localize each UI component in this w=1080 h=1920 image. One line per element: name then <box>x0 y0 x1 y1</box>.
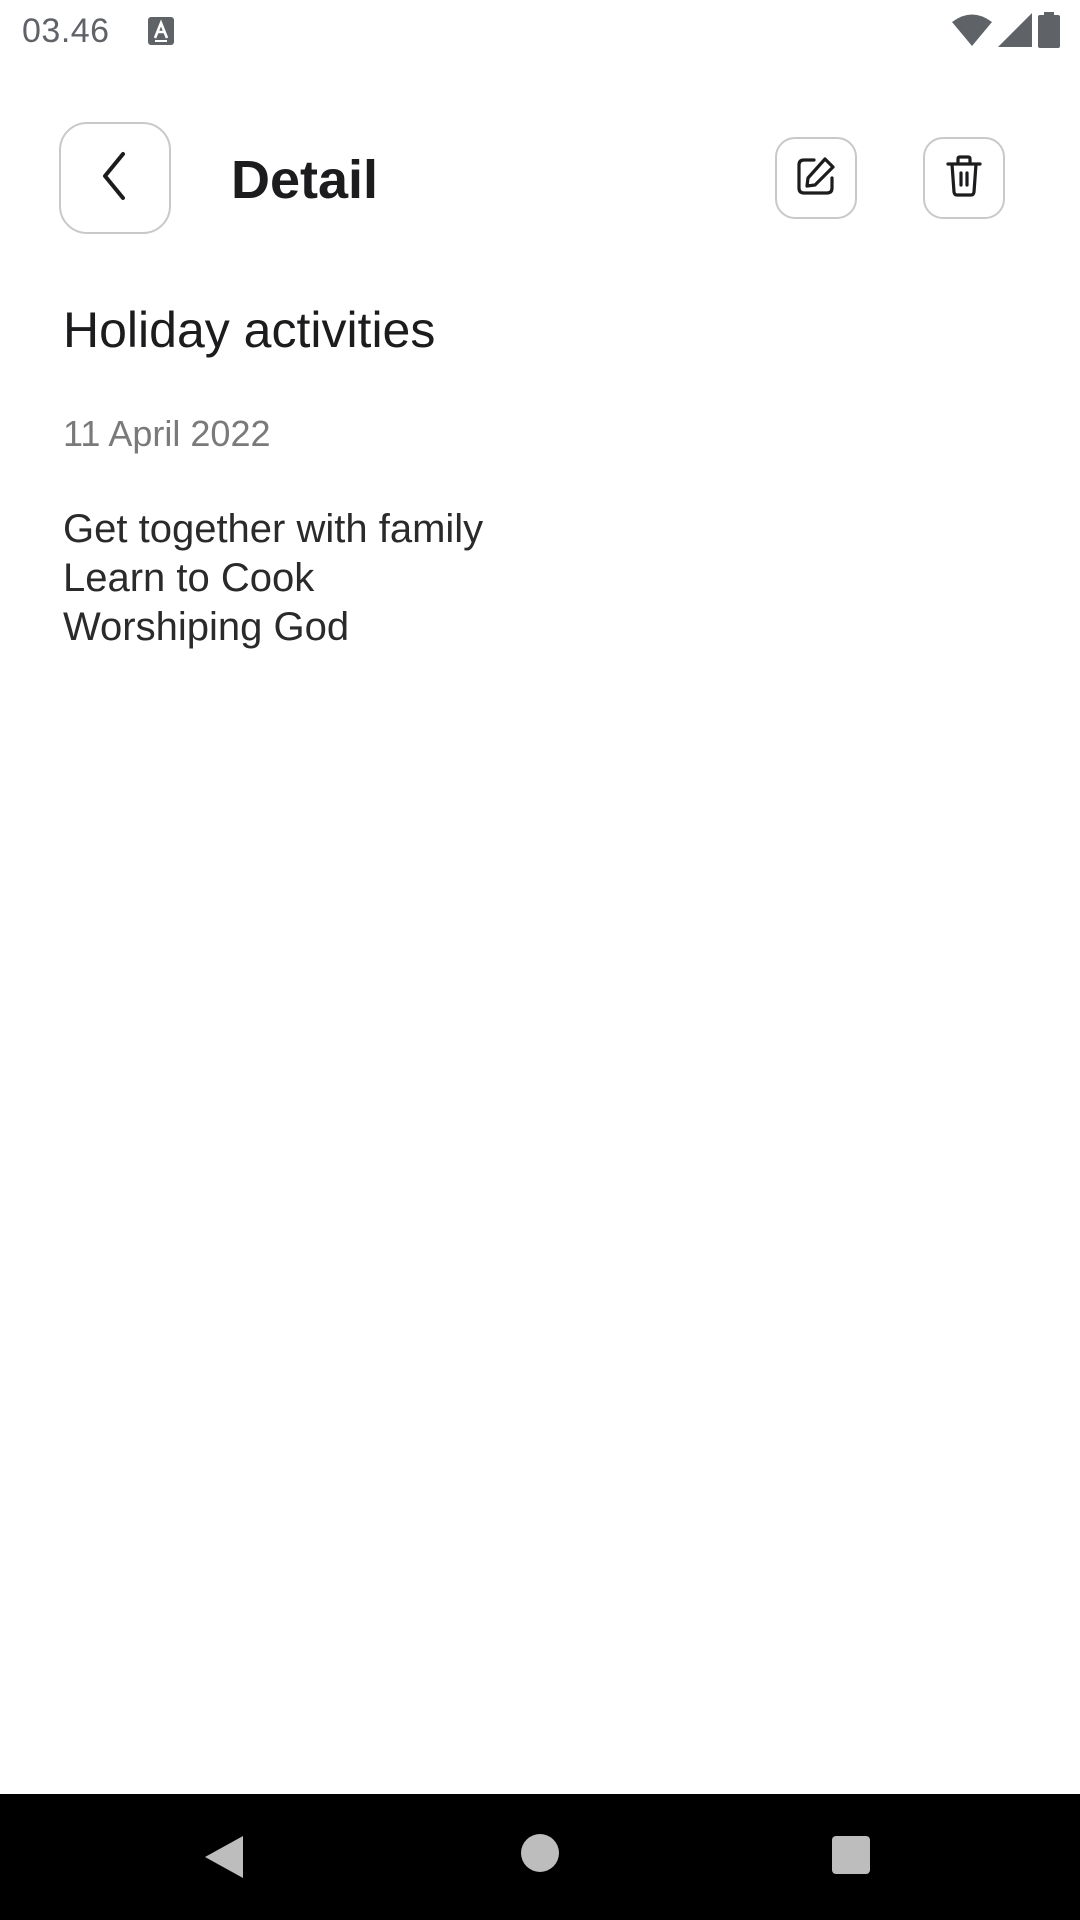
nav-recents-icon[interactable] <box>832 1836 870 1874</box>
signal-icon <box>998 12 1032 52</box>
battery-icon <box>1038 11 1060 53</box>
note-body: Get together with family Learn to Cook W… <box>63 505 483 652</box>
note-line: Learn to Cook <box>63 556 315 600</box>
nav-back-icon[interactable] <box>203 1834 245 1885</box>
delete-button[interactable] <box>923 137 1005 219</box>
edit-icon <box>794 154 838 203</box>
note-line: Get together with family <box>63 507 484 551</box>
status-icons <box>952 11 1060 53</box>
system-nav-bar <box>0 1794 1080 1920</box>
nav-home-icon[interactable] <box>521 1834 559 1872</box>
status-bar: 03.46 <box>0 0 1080 64</box>
note-date: 11 April 2022 <box>63 413 271 454</box>
note-line: Worshiping God <box>63 605 350 649</box>
note-title: Holiday activities <box>63 302 436 358</box>
back-button[interactable] <box>59 122 171 234</box>
chevron-left-icon <box>97 150 133 207</box>
trash-icon <box>944 154 984 203</box>
status-time: 03.46 <box>22 12 110 50</box>
edit-button[interactable] <box>775 137 857 219</box>
page-title: Detail <box>231 150 379 210</box>
keyboard-a-icon <box>148 17 174 45</box>
wifi-icon <box>952 13 992 52</box>
